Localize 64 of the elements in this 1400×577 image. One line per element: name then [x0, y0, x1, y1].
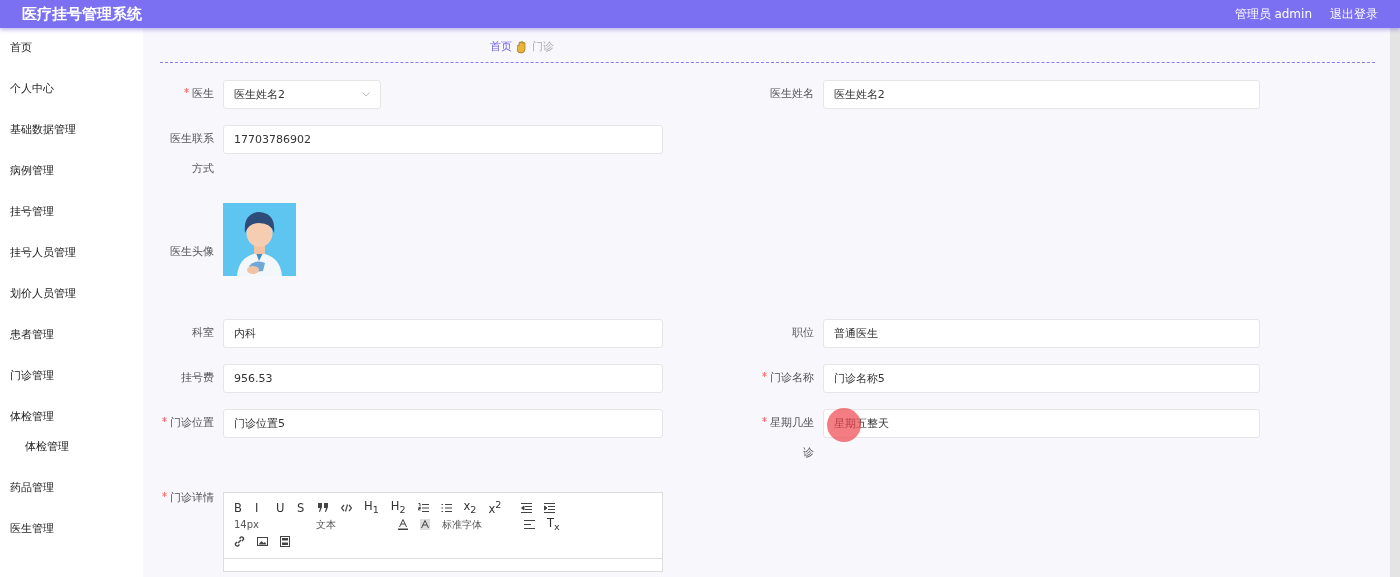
- format-button[interactable]: I: [255, 500, 264, 515]
- video-icon[interactable]: [280, 536, 290, 547]
- field-label: 职位: [790, 325, 815, 341]
- text-color-icon[interactable]: [398, 519, 408, 530]
- format-button[interactable]: H$_{2}$: [390, 499, 406, 516]
- toolbar-dropdown[interactable]: 14px: [234, 519, 304, 530]
- code-icon[interactable]: [341, 503, 352, 512]
- sidebar-item[interactable]: 门诊管理: [0, 366, 143, 407]
- doctor-select[interactable]: 医生姓名2: [223, 80, 381, 109]
- chevron-icon: [362, 92, 370, 97]
- field-label: 医生: [160, 72, 223, 109]
- field-label: 门诊名称: [760, 356, 823, 393]
- ordered-list-icon[interactable]: [417, 502, 429, 513]
- input-field[interactable]: 门诊位置5: [223, 409, 663, 438]
- sidebar-item[interactable]: 挂号人员管理: [0, 243, 143, 284]
- outdent-icon[interactable]: [521, 502, 533, 513]
- sidebar-item[interactable]: 划价人员管理: [0, 284, 143, 325]
- breadcrumb-link[interactable]: 首页: [490, 40, 512, 54]
- sidebar-item[interactable]: 病例管理: [0, 161, 143, 202]
- hand-icon: [517, 40, 527, 54]
- sidebar-item[interactable]: 药品管理: [0, 478, 143, 519]
- format-button[interactable]: x$_{2}$: [463, 499, 477, 516]
- sidebar-item[interactable]: 首页: [0, 38, 143, 79]
- sidebar-subitem[interactable]: 体检管理: [0, 437, 143, 478]
- bullet-list-icon[interactable]: [440, 502, 452, 513]
- format-button[interactable]: B: [234, 500, 243, 515]
- link-icon[interactable]: [234, 536, 245, 547]
- format-button[interactable]: S: [297, 500, 306, 515]
- field-label: 星期几坐诊: [760, 401, 823, 468]
- input-field[interactable]: 17703786902: [223, 125, 663, 154]
- format-button[interactable]: x$^{2}$: [488, 499, 502, 516]
- input-field[interactable]: 医生姓名2: [822, 80, 1260, 109]
- sidebar-item[interactable]: 基础数据管理: [0, 120, 143, 161]
- format-button[interactable]: T$_{x}$: [547, 516, 560, 533]
- toolbar-dropdown[interactable]: 标准字体: [442, 517, 512, 532]
- input-field[interactable]: 内科: [223, 319, 663, 348]
- sidebar-item[interactable]: 医生管理: [0, 519, 143, 560]
- sidebar-item[interactable]: 个人中心: [0, 79, 143, 120]
- input-field[interactable]: 普通医生: [822, 319, 1260, 348]
- toolbar-dropdown[interactable]: 文本: [316, 517, 386, 532]
- highlight-icon[interactable]: [420, 519, 430, 530]
- indent-icon[interactable]: [544, 502, 556, 513]
- align-icon[interactable]: [524, 520, 535, 529]
- quote-icon[interactable]: [318, 503, 329, 512]
- field-label: 门诊详情: [160, 476, 223, 513]
- input-field[interactable]: 门诊名称5: [822, 364, 1260, 393]
- scrollbar[interactable]: [1390, 28, 1400, 577]
- sidebar-item[interactable]: 挂号管理: [0, 202, 143, 243]
- field-label: 挂号费: [180, 370, 215, 386]
- rich-text-editor[interactable]: B I U S H$_{1}$ H$_{2}$ x$_{2}$ x$^{2}$ 14px 文本 标准字体 T$_{x}$: [223, 492, 663, 572]
- sidebar-item[interactable]: 患者管理: [0, 325, 143, 366]
- format-button[interactable]: U: [276, 500, 285, 515]
- logout-link[interactable]: 退出登录: [1330, 5, 1378, 23]
- input-field[interactable]: 956.53: [223, 364, 663, 393]
- user-label: 管理员 admin: [1234, 5, 1312, 23]
- image-icon[interactable]: [257, 537, 268, 546]
- format-button[interactable]: H$_{1}$: [364, 499, 379, 516]
- field-label: 医生联系方式: [169, 131, 215, 177]
- field-label: 科室: [191, 325, 215, 341]
- field-label: 医生头像: [169, 244, 215, 260]
- app-title: 医疗挂号管理系统: [22, 4, 142, 24]
- field-label: 门诊位置: [160, 401, 223, 438]
- field-label: 医生姓名: [768, 86, 815, 102]
- sidebar-item[interactable]: 体检管理: [0, 407, 143, 437]
